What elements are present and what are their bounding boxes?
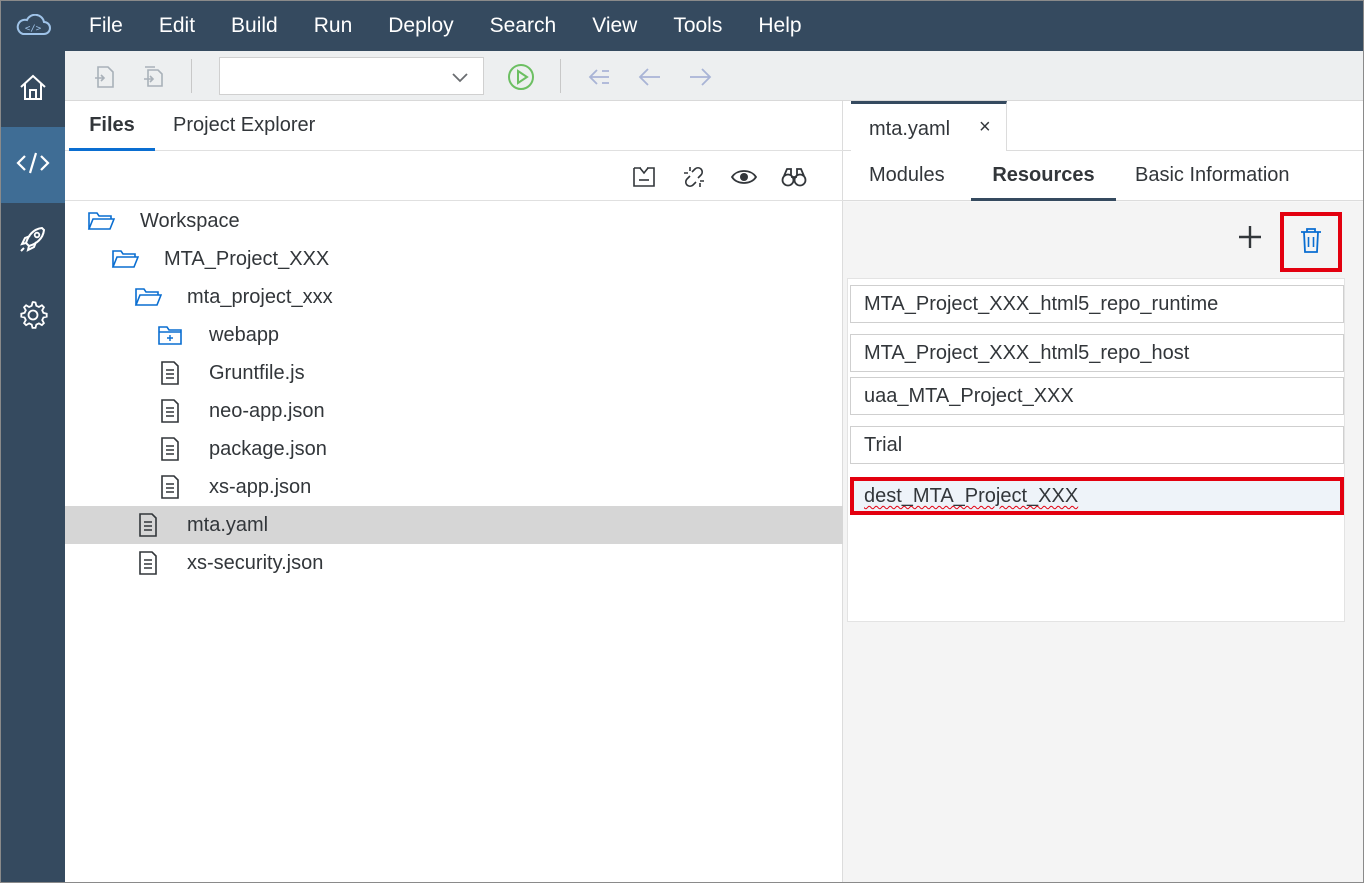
code-icon: [16, 150, 50, 181]
tree-item-mta-yaml[interactable]: mta.yaml: [65, 506, 843, 544]
tab-project-explorer[interactable]: Project Explorer: [173, 101, 315, 151]
tree-item-label: xs-app.json: [209, 476, 312, 498]
resource-item-selected[interactable]: dest_MTA_Project_XXX: [850, 477, 1344, 515]
resources-list: MTA_Project_XXX_html5_repo_runtime MTA_P…: [847, 278, 1345, 622]
file-icon: [156, 474, 184, 500]
nav-development[interactable]: [1, 127, 65, 203]
menu-build[interactable]: Build: [213, 1, 296, 51]
collapse-all-icon[interactable]: [630, 163, 658, 191]
import-icon[interactable]: [139, 63, 167, 91]
menu-help[interactable]: Help: [740, 1, 819, 51]
tree-item-mta-project-module[interactable]: mta_project_xxx: [65, 278, 843, 316]
tab-modules[interactable]: Modules: [869, 151, 945, 201]
resources-toolbar: [843, 202, 1363, 274]
resource-item-label: dest_MTA_Project_XXX: [864, 485, 1079, 507]
chevron-down-icon: [451, 68, 469, 91]
resources-panel: MTA_Project_XXX_html5_repo_runtime MTA_P…: [843, 202, 1363, 882]
folder-closed-icon: [156, 322, 184, 348]
tree-item-gruntfile[interactable]: Gruntfile.js: [65, 354, 843, 392]
file-pane-toolbar: [65, 151, 843, 201]
run-configuration-select[interactable]: [219, 57, 484, 95]
menu-edit[interactable]: Edit: [141, 1, 213, 51]
menubar: </> File Edit Build Run Deploy Search Vi…: [1, 1, 1363, 51]
file-pane-tabs: Files Project Explorer: [65, 101, 843, 151]
file-pane: Files Project Explorer Workspace MTA_Pro…: [65, 101, 843, 882]
tab-resources[interactable]: Resources: [971, 151, 1116, 201]
arrow-right-icon[interactable]: [686, 63, 714, 91]
menu-run[interactable]: Run: [296, 1, 371, 51]
mta-editor-tabs: Modules Resources Basic Information: [843, 151, 1363, 201]
back-to-last-edit-icon[interactable]: [585, 63, 613, 91]
nav-deploy[interactable]: [1, 203, 65, 279]
trash-icon: [1298, 226, 1324, 259]
tree-item-xs-app[interactable]: xs-app.json: [65, 468, 843, 506]
tree-item-package-json[interactable]: package.json: [65, 430, 843, 468]
menu-search[interactable]: Search: [472, 1, 575, 51]
menu-view[interactable]: View: [574, 1, 655, 51]
tree-item-mta-project[interactable]: MTA_Project_XXX: [65, 240, 843, 278]
tree-item-xs-security[interactable]: xs-security.json: [65, 544, 843, 582]
tree-item-workspace[interactable]: Workspace: [65, 202, 843, 240]
tree-item-label: mta_project_xxx: [187, 286, 333, 308]
cloud-code-logo-icon[interactable]: </>: [1, 1, 65, 51]
tree-item-label: MTA_Project_XXX: [164, 248, 330, 270]
unlink-icon[interactable]: [680, 163, 708, 191]
home-icon: [18, 72, 48, 107]
folder-open-icon: [134, 284, 162, 310]
editor-pane: mta.yaml × Modules Resources Basic Infor…: [843, 101, 1363, 882]
nav-home[interactable]: [1, 51, 65, 127]
menu-tools[interactable]: Tools: [655, 1, 740, 51]
file-icon: [134, 550, 162, 576]
file-icon: [134, 512, 162, 538]
run-icon[interactable]: [507, 63, 535, 91]
tree-item-label: neo-app.json: [209, 400, 325, 422]
resource-item[interactable]: MTA_Project_XXX_html5_repo_host: [850, 334, 1344, 372]
tree-item-label: webapp: [209, 324, 280, 346]
menu-deploy[interactable]: Deploy: [370, 1, 471, 51]
tab-basic-information[interactable]: Basic Information: [1135, 151, 1290, 201]
file-tree: Workspace MTA_Project_XXX mta_project_xx…: [65, 202, 843, 582]
resource-item[interactable]: uaa_MTA_Project_XXX: [850, 377, 1344, 415]
tree-item-label: mta.yaml: [187, 514, 269, 536]
show-hidden-files-icon[interactable]: [730, 163, 758, 191]
gear-icon: [17, 299, 49, 336]
new-file-icon[interactable]: [91, 63, 119, 91]
toolbar-separator: [560, 59, 561, 93]
tree-item-label: package.json: [209, 438, 327, 460]
ide-window: </> File Edit Build Run Deploy Search Vi…: [0, 0, 1364, 883]
plus-icon: [1237, 224, 1263, 255]
tab-files[interactable]: Files: [69, 101, 155, 151]
menu-file[interactable]: File: [65, 1, 141, 51]
folder-open-icon: [87, 208, 115, 234]
file-icon: [156, 360, 184, 386]
file-icon: [156, 398, 184, 424]
nav-settings[interactable]: [1, 279, 65, 355]
tree-item-label: Gruntfile.js: [209, 362, 305, 384]
add-resource-button[interactable]: [1235, 224, 1265, 254]
editor-tab-bar: mta.yaml ×: [843, 101, 1363, 152]
resource-item[interactable]: MTA_Project_XXX_html5_repo_runtime: [850, 285, 1344, 323]
arrow-left-icon[interactable]: [636, 63, 664, 91]
editor-tab-mta-yaml[interactable]: mta.yaml ×: [851, 101, 1007, 152]
close-icon[interactable]: ×: [979, 116, 991, 139]
main-toolbar: [65, 51, 1363, 101]
tree-item-label: xs-security.json: [187, 552, 324, 574]
folder-open-icon: [111, 246, 139, 272]
editor-tab-label: mta.yaml: [869, 118, 951, 140]
tree-item-webapp[interactable]: webapp: [65, 316, 843, 354]
file-icon: [156, 436, 184, 462]
delete-resource-button[interactable]: [1280, 212, 1342, 272]
tree-item-neo-app[interactable]: neo-app.json: [65, 392, 843, 430]
rocket-icon: [18, 224, 48, 259]
toolbar-separator: [191, 59, 192, 93]
left-nav: [1, 51, 65, 882]
resource-item[interactable]: Trial: [850, 426, 1344, 464]
svg-text:</>: </>: [25, 24, 42, 34]
tree-item-label: Workspace: [140, 210, 240, 232]
binoculars-icon[interactable]: [780, 163, 808, 191]
